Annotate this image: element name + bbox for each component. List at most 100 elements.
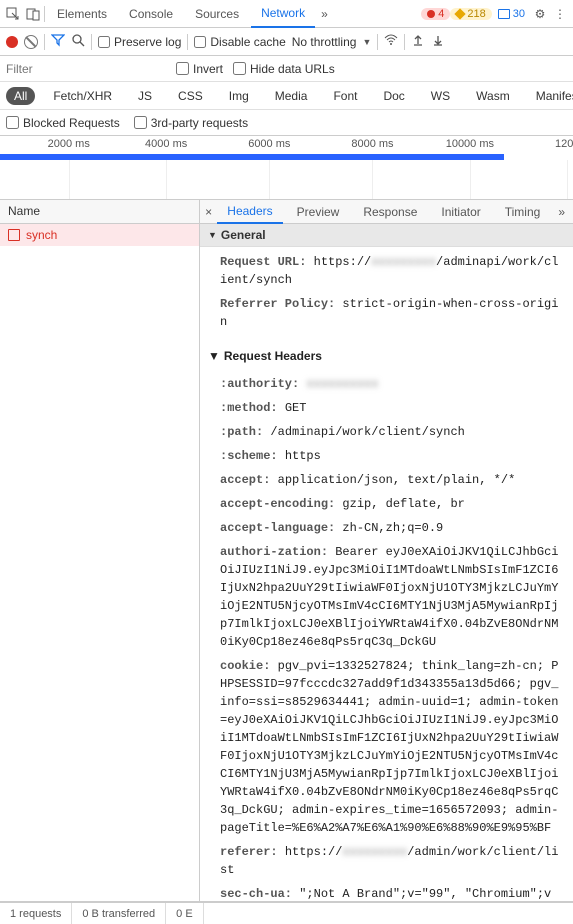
request-headers-title: Request Headers — [224, 349, 322, 363]
header-item: accept-encoding: gzip, deflate, br — [220, 495, 565, 513]
timeline-selection — [0, 154, 504, 160]
inspect-icon[interactable] — [4, 5, 22, 23]
timeline-tick: 6000 ms — [248, 138, 290, 150]
request-name: synch — [26, 228, 57, 242]
warning-count-badge[interactable]: 218 — [450, 8, 491, 20]
tab-timing[interactable]: Timing — [495, 201, 551, 223]
blocked-requests-checkbox[interactable]: Blocked Requests — [6, 116, 120, 130]
error-count-badge[interactable]: 4 — [421, 8, 450, 20]
invert-label: Invert — [193, 62, 223, 76]
type-all[interactable]: All — [6, 87, 35, 105]
settings-icon[interactable]: ⚙ — [531, 5, 549, 23]
tab-elements[interactable]: Elements — [47, 1, 117, 27]
name-column-header[interactable]: Name — [0, 200, 199, 224]
preserve-log-checkbox[interactable]: Preserve log — [98, 35, 181, 49]
tab-initiator[interactable]: Initiator — [431, 201, 490, 223]
triangle-down-icon: ▼ — [208, 349, 220, 363]
gridline — [470, 160, 471, 199]
network-conditions-icon[interactable] — [384, 34, 398, 49]
type-css[interactable]: CSS — [170, 87, 211, 105]
type-wasm[interactable]: Wasm — [468, 87, 518, 105]
status-extra: 0 E — [166, 903, 204, 924]
more-detail-tabs-icon[interactable]: » — [554, 205, 569, 219]
type-doc[interactable]: Doc — [375, 87, 412, 105]
status-transferred: 0 B transferred — [72, 903, 166, 924]
blocked-row: Blocked Requests 3rd-party requests — [0, 110, 573, 136]
type-media[interactable]: Media — [267, 87, 316, 105]
header-item: Request URL: https://xxxxxxxxx/adminapi/… — [220, 253, 565, 289]
device-icon[interactable] — [24, 5, 42, 23]
type-fetchxhr[interactable]: Fetch/XHR — [45, 87, 120, 105]
triangle-down-icon: ▼ — [208, 230, 217, 240]
main-pane: Name synch × Headers Preview Response In… — [0, 200, 573, 902]
message-count-badge[interactable]: 30 — [494, 8, 529, 20]
tab-response[interactable]: Response — [353, 201, 427, 223]
type-ws[interactable]: WS — [423, 87, 458, 105]
details-tab-bar: × Headers Preview Response Initiator Tim… — [200, 200, 573, 224]
document-icon — [8, 229, 20, 241]
filter-row: Invert Hide data URLs — [0, 56, 573, 82]
timeline-tick: 1200 — [555, 138, 573, 150]
hide-data-urls-checkbox[interactable]: Hide data URLs — [233, 62, 335, 76]
search-icon[interactable] — [71, 33, 85, 50]
header-item: accept-language: zh-CN,zh;q=0.9 — [220, 519, 565, 537]
header-item: :authority: xxxxxxxxxx — [220, 375, 565, 393]
tab-headers[interactable]: Headers — [217, 200, 282, 224]
request-type-filter: All Fetch/XHR JS CSS Img Media Font Doc … — [0, 82, 573, 110]
status-bar: 1 requests 0 B transferred 0 E — [0, 902, 573, 924]
request-row[interactable]: synch — [0, 224, 199, 246]
request-headers-section-header[interactable]: ▼ Request Headers — [200, 343, 573, 369]
throttling-select[interactable]: No throttling — [292, 35, 357, 49]
invert-checkbox[interactable]: Invert — [176, 62, 223, 76]
gridline — [69, 160, 70, 199]
header-item: sec-ch-ua: ";Not A Brand";v="99", "Chrom… — [220, 885, 565, 901]
tab-network[interactable]: Network — [251, 0, 315, 28]
gridline — [269, 160, 270, 199]
header-item: referer: https://xxxxxxxxx/admin/work/cl… — [220, 843, 565, 879]
separator — [91, 34, 92, 50]
timeline-tick: 2000 ms — [48, 138, 90, 150]
more-tabs-icon[interactable]: » — [317, 7, 332, 21]
type-manifest[interactable]: Manifest — [528, 87, 573, 105]
type-img[interactable]: Img — [221, 87, 257, 105]
status-requests: 1 requests — [0, 903, 72, 924]
disable-cache-checkbox[interactable]: Disable cache — [194, 35, 285, 49]
record-button[interactable] — [6, 36, 18, 48]
network-toolbar: Preserve log Disable cache No throttling… — [0, 28, 573, 56]
header-item: cookie: pgv_pvi=1332527824; think_lang=z… — [220, 657, 565, 837]
hide-data-label: Hide data URLs — [250, 62, 335, 76]
separator — [404, 34, 405, 50]
general-section-header[interactable]: ▼General — [200, 224, 573, 247]
separator — [44, 6, 45, 22]
kebab-icon[interactable]: ⋮ — [551, 5, 569, 23]
separator — [187, 34, 188, 50]
disable-cache-label: Disable cache — [210, 35, 285, 49]
chevron-down-icon[interactable]: ▼ — [362, 37, 371, 47]
timeline-overview[interactable]: 2000 ms4000 ms6000 ms8000 ms10000 ms1200 — [0, 136, 573, 200]
gridline — [372, 160, 373, 199]
tab-sources[interactable]: Sources — [185, 1, 249, 27]
type-font[interactable]: Font — [325, 87, 365, 105]
tab-preview[interactable]: Preview — [287, 201, 350, 223]
export-har-icon[interactable] — [431, 34, 445, 49]
filter-toggle-icon[interactable] — [51, 33, 65, 50]
tab-console[interactable]: Console — [119, 1, 183, 27]
timeline-tick: 8000 ms — [351, 138, 393, 150]
devtools-tab-bar: Elements Console Sources Network » 4 218… — [0, 0, 573, 28]
third-party-label: 3rd-party requests — [151, 116, 248, 130]
close-details-icon[interactable]: × — [204, 205, 213, 219]
header-item: authori-zation: Bearer eyJ0eXAiOiJKV1QiL… — [220, 543, 565, 651]
gridline — [166, 160, 167, 199]
clear-button[interactable] — [24, 35, 38, 49]
timeline-tick: 4000 ms — [145, 138, 187, 150]
gridline — [567, 160, 568, 199]
third-party-checkbox[interactable]: 3rd-party requests — [134, 116, 248, 130]
type-js[interactable]: JS — [130, 87, 160, 105]
separator — [44, 34, 45, 50]
header-item: accept: application/json, text/plain, */… — [220, 471, 565, 489]
import-har-icon[interactable] — [411, 34, 425, 49]
header-item: :scheme: https — [220, 447, 565, 465]
header-item: Referrer Policy: strict-origin-when-cros… — [220, 295, 565, 331]
blocked-requests-label: Blocked Requests — [23, 116, 120, 130]
filter-input[interactable] — [6, 62, 166, 76]
